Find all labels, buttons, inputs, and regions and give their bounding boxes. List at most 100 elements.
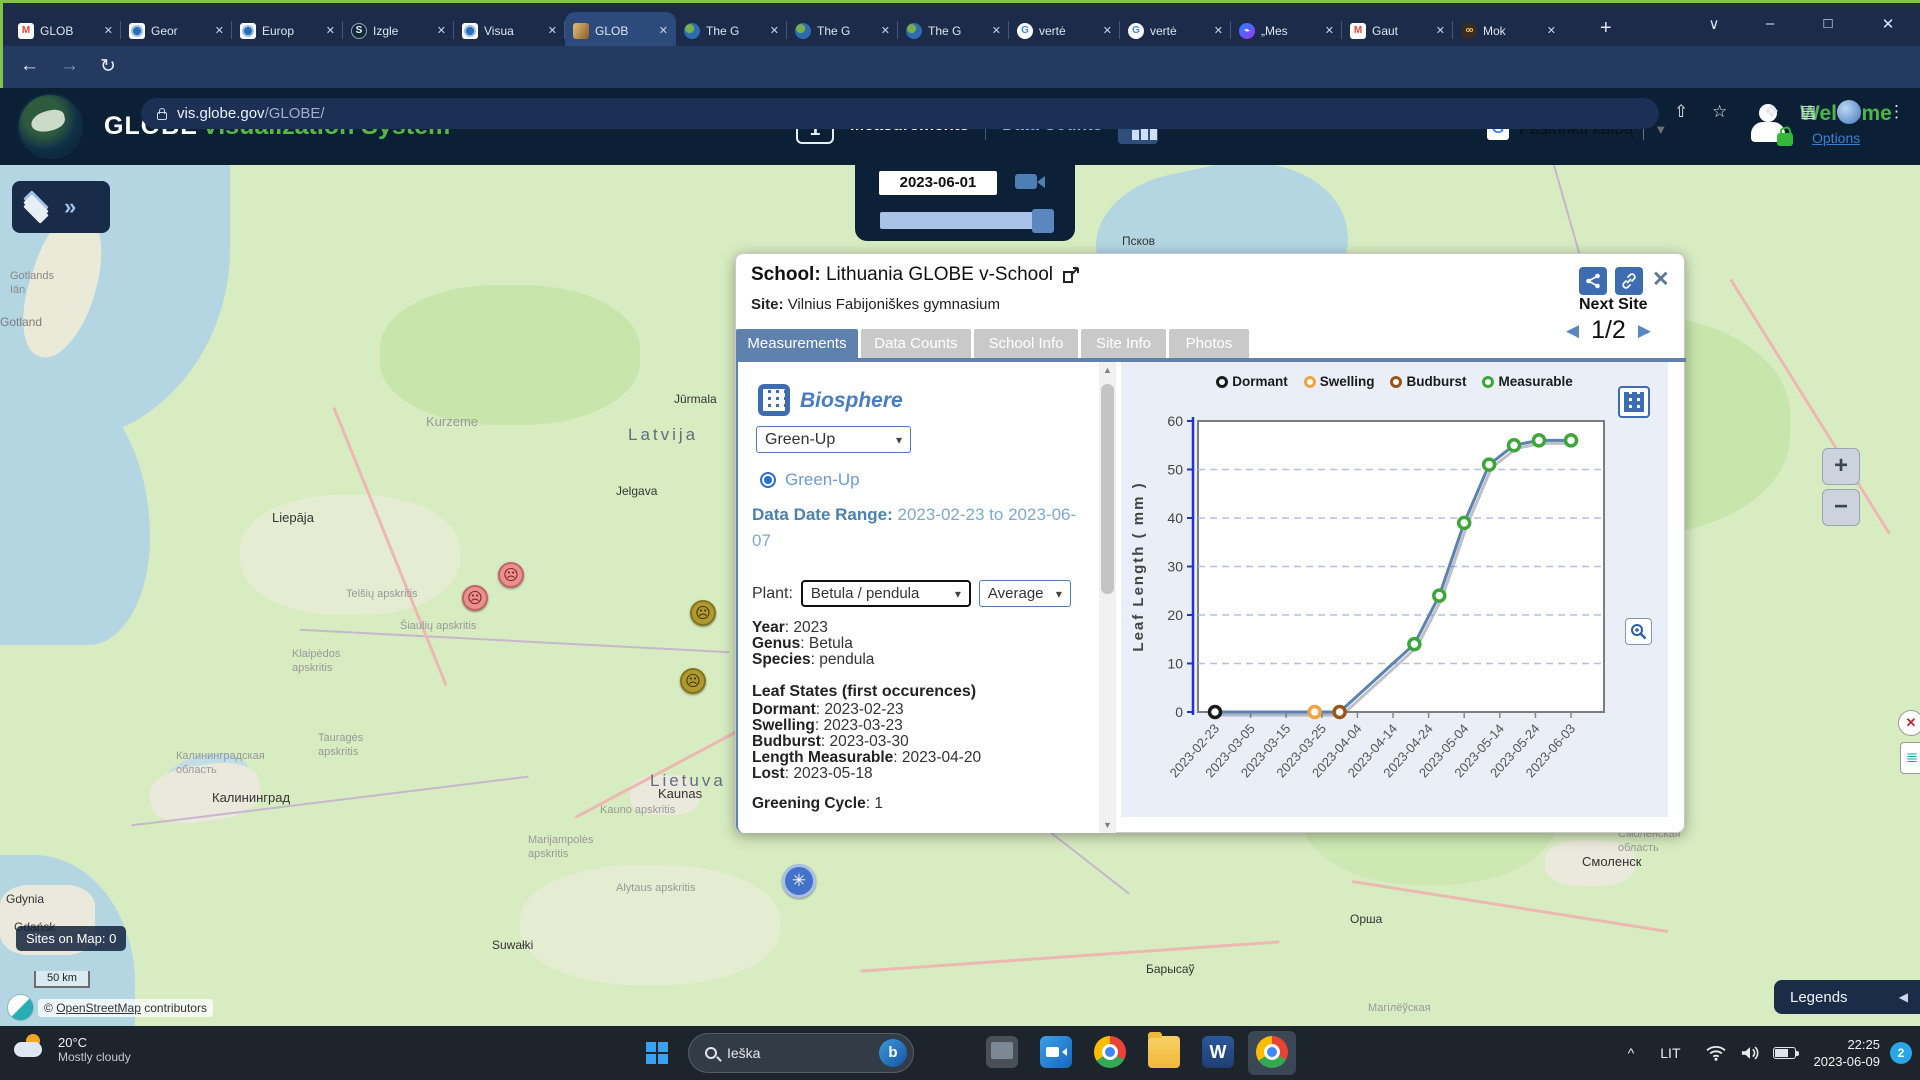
layers-expand-icon[interactable]: »: [64, 194, 76, 220]
link-site-button[interactable]: [1615, 267, 1643, 295]
forward-button[interactable]: →: [60, 55, 79, 77]
tab-close-icon[interactable]: ✕: [1436, 24, 1445, 37]
legend-item-dormant[interactable]: Dormant: [1216, 374, 1288, 389]
data-point-measurable[interactable]: [1533, 435, 1544, 446]
data-point-measurable[interactable]: [1484, 459, 1495, 470]
plant-select[interactable]: Betula / pendula ▾: [801, 580, 971, 607]
data-point-measurable[interactable]: [1566, 435, 1577, 446]
tabsearch-chevron-icon[interactable]: ∨: [1700, 15, 1728, 33]
tray-chevron-icon[interactable]: ^: [1628, 1045, 1635, 1061]
start-button[interactable]: [646, 1042, 668, 1064]
next-site-arrow[interactable]: ▶: [1638, 321, 1651, 341]
data-point-budburst[interactable]: [1334, 707, 1345, 718]
taskbar-weather-widget[interactable]: 20°C Mostly cloudy: [14, 1034, 131, 1064]
tab-close-icon[interactable]: ✕: [1214, 24, 1223, 37]
address-bar[interactable]: vis.globe.gov/GLOBE/: [141, 98, 1659, 129]
tab-close-icon[interactable]: ✕: [437, 24, 446, 37]
new-tab-button[interactable]: +: [1600, 17, 1612, 40]
tab-close-icon[interactable]: ✕: [1325, 24, 1334, 37]
site-marker-cluster[interactable]: ✳: [782, 864, 816, 898]
browser-tab-4[interactable]: Visua✕: [454, 12, 565, 49]
speaker-icon[interactable]: [1739, 1044, 1761, 1062]
legend-item-swelling[interactable]: Swelling: [1304, 374, 1375, 389]
legend-item-budburst[interactable]: Budburst: [1390, 374, 1466, 389]
browser-tab-7[interactable]: The G✕: [787, 12, 898, 49]
tab-measurements[interactable]: Measurements: [736, 329, 858, 358]
tab-close-icon[interactable]: ✕: [1547, 24, 1556, 37]
globe-logo[interactable]: [17, 93, 83, 159]
tab-close-icon[interactable]: ✕: [770, 24, 779, 37]
profile-avatar[interactable]: [1837, 100, 1861, 124]
browser-tab-12[interactable]: MGaut✕: [1342, 12, 1453, 49]
back-button[interactable]: ←: [20, 55, 39, 77]
bookmark-star-icon[interactable]: ☆: [1712, 102, 1727, 122]
site-marker-pink[interactable]: ☹: [498, 562, 524, 588]
keyboard-language[interactable]: LIT: [1660, 1045, 1680, 1061]
tab-close-icon[interactable]: ✕: [326, 24, 335, 37]
map-zoom-in-button[interactable]: +: [1822, 448, 1860, 485]
tray-clock[interactable]: 22:25 2023-06-09: [1814, 1036, 1881, 1070]
tab-close-icon[interactable]: ✕: [992, 24, 1001, 37]
bing-icon[interactable]: b: [879, 1039, 907, 1067]
battery-icon[interactable]: [1773, 1047, 1796, 1059]
data-point-measurable[interactable]: [1434, 590, 1445, 601]
map-zoom-out-button[interactable]: −: [1822, 489, 1860, 526]
browser-tab-0[interactable]: MGLOB✕: [10, 12, 121, 49]
edge-list-button[interactable]: ≣: [1900, 742, 1920, 774]
date-slider-handle[interactable]: [1032, 209, 1054, 233]
tab-close-icon[interactable]: ✕: [1103, 24, 1112, 37]
tab-close-icon[interactable]: ✕: [104, 24, 113, 37]
scrollbar-thumb[interactable]: [1101, 384, 1114, 594]
scroll-up-icon[interactable]: ▲: [1099, 362, 1116, 378]
language-dropdown-icon[interactable]: ▼: [1654, 122, 1667, 137]
sidebar-icon[interactable]: ▤: [1800, 102, 1816, 122]
options-link[interactable]: Options: [1812, 130, 1860, 146]
file-explorer-icon[interactable]: [1148, 1036, 1180, 1068]
browser-tab-10[interactable]: Gvertė✕: [1120, 12, 1231, 49]
chrome-active-icon[interactable]: [1256, 1036, 1288, 1068]
data-point-measurable[interactable]: [1509, 440, 1520, 451]
site-marker-pink[interactable]: ☹: [462, 585, 488, 611]
protocol-select[interactable]: Green-Up ▾: [756, 426, 911, 453]
window-close-button[interactable]: ✕: [1874, 15, 1902, 33]
tab-close-icon[interactable]: ✕: [659, 24, 668, 37]
left-column-scrollbar[interactable]: ▲ ▼: [1099, 362, 1116, 833]
site-marker-olive[interactable]: ☹: [690, 600, 716, 626]
open-school-icon[interactable]: [1061, 265, 1081, 285]
attribution-toggle-icon[interactable]: [7, 994, 34, 1021]
notification-badge[interactable]: 2: [1890, 1042, 1912, 1064]
browser-tab-2[interactable]: Europ✕: [232, 12, 343, 49]
window-maximize-button[interactable]: □: [1814, 15, 1842, 32]
window-minimize-button[interactable]: –: [1756, 15, 1784, 32]
data-point-swelling[interactable]: [1309, 707, 1320, 718]
tab-close-icon[interactable]: ✕: [548, 24, 557, 37]
task-view-icon[interactable]: [986, 1036, 1018, 1068]
tab-site-info[interactable]: Site Info: [1081, 329, 1166, 358]
edge-close-button[interactable]: ✕: [1898, 710, 1920, 736]
biosphere-table-icon[interactable]: [758, 384, 790, 416]
data-point-measurable[interactable]: [1459, 517, 1470, 528]
animation-camera-icon[interactable]: [1015, 174, 1037, 189]
browser-tab-3[interactable]: SIzgle✕: [343, 12, 454, 49]
chart-zoom-icon[interactable]: [1625, 618, 1652, 645]
browser-tab-1[interactable]: Geor✕: [121, 12, 232, 49]
browser-tab-6[interactable]: The G✕: [676, 12, 787, 49]
osm-link[interactable]: OpenStreetMap: [56, 1001, 141, 1015]
data-point-measurable[interactable]: [1409, 639, 1420, 650]
site-marker-olive[interactable]: ☹: [680, 668, 706, 694]
tab-school-info[interactable]: School Info: [974, 329, 1078, 358]
browser-tab-5[interactable]: GLOB✕: [565, 12, 676, 49]
browser-tab-13[interactable]: ooMok✕: [1453, 12, 1564, 49]
tab-close-icon[interactable]: ✕: [215, 24, 224, 37]
browser-menu-icon[interactable]: ⋮: [1888, 102, 1905, 122]
tab-data-counts[interactable]: Data Counts: [861, 329, 971, 358]
camera-app-icon[interactable]: [1040, 1036, 1072, 1068]
browser-tab-11[interactable]: ⌁„Mes✕: [1231, 12, 1342, 49]
data-point-dormant[interactable]: [1210, 707, 1221, 718]
stat-select[interactable]: Average ▾: [979, 580, 1071, 607]
prev-site-arrow[interactable]: ◀: [1566, 321, 1579, 341]
popup-close-icon[interactable]: ✕: [1652, 267, 1670, 292]
taskbar-search[interactable]: Ieška b: [688, 1033, 914, 1073]
greenup-radio[interactable]: [760, 472, 776, 488]
wifi-icon[interactable]: [1705, 1044, 1727, 1062]
